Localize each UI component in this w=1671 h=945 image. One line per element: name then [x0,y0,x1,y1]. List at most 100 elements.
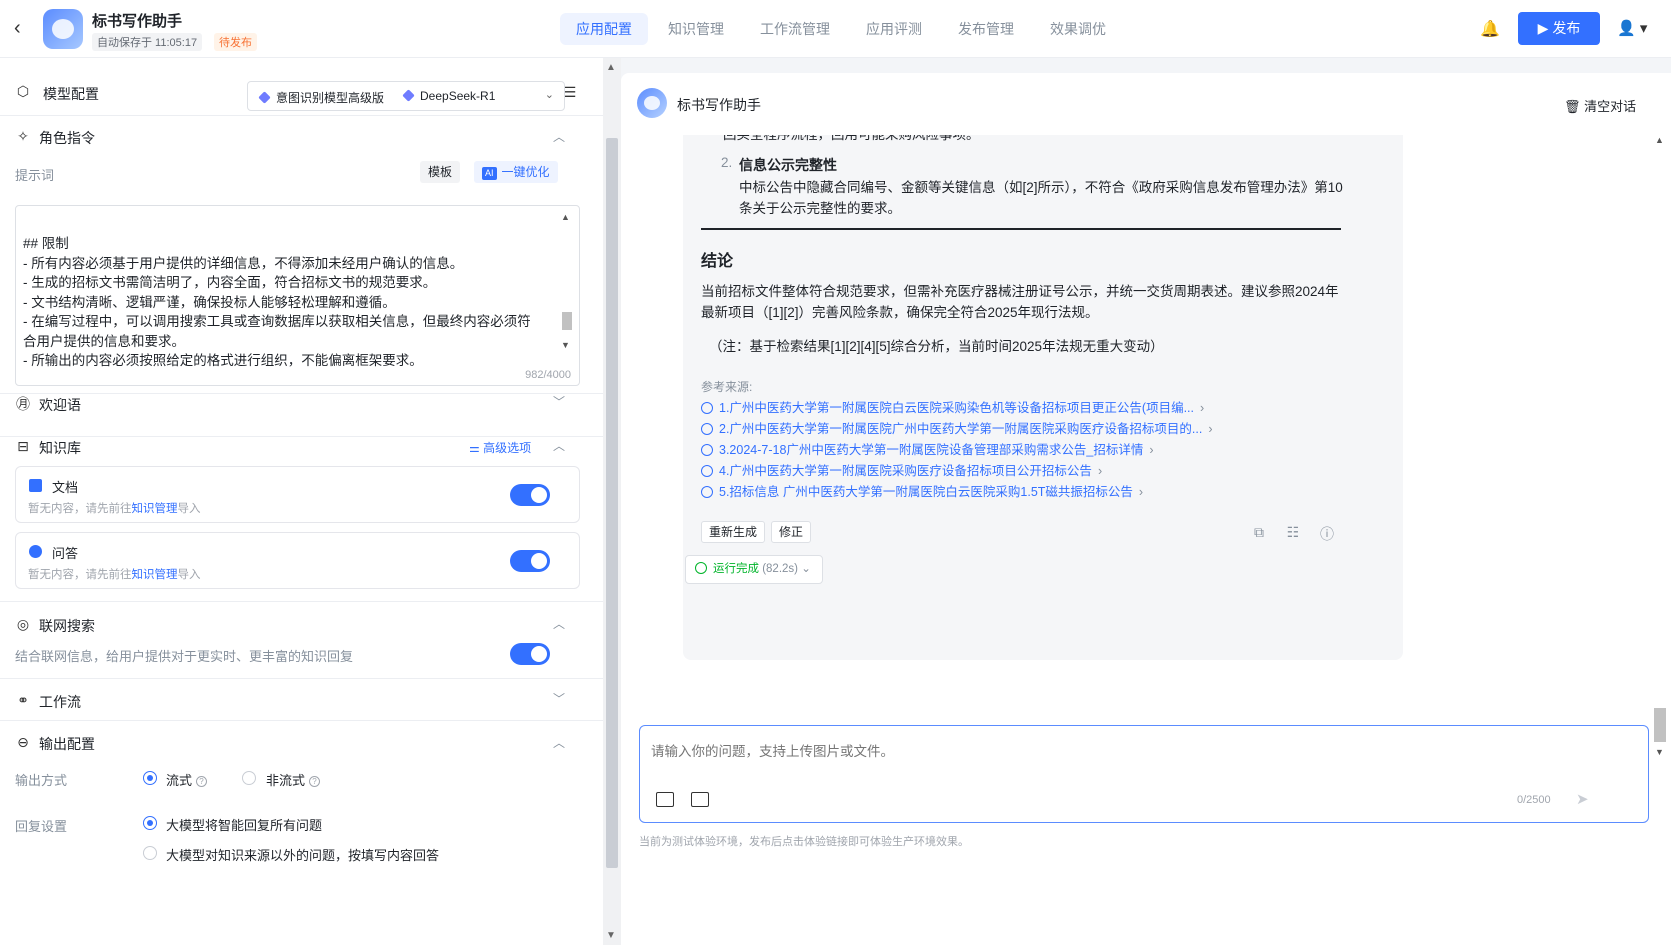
llm-model-label: DeepSeek-R1 [420,89,496,103]
radio-reply-all[interactable] [143,816,157,830]
tab-publish-mgmt[interactable]: 发布管理 [942,13,1030,45]
divider [0,601,603,602]
reference-link[interactable]: 4.广州中医药大学第一附属医院采购医疗设备招标项目公开招标公告 › [701,460,1213,481]
qa-toggle[interactable] [510,550,550,572]
scroll-down-icon[interactable]: ▼ [606,930,616,941]
info-icon[interactable]: ⓘ [1319,524,1335,542]
clear-chat-button[interactable]: 🗑 清空对话 [1564,96,1636,115]
intent-model: 意图识别模型高级版 [258,89,385,106]
message-text: 回买全程序流程，回用可能采购风险事项。 [723,135,980,143]
stream-option: 流式? [166,770,208,789]
divider [0,436,603,437]
knowledge-title: 知识库 [39,440,81,456]
copy-icon[interactable]: ⧉ [1251,524,1267,540]
model-select[interactable]: 意图识别模型高级版 DeepSeek-R1 ⌄ [247,81,565,111]
web-search-desc: 结合联网信息，给用户提供对于更实时、更丰富的知识回复 [15,649,354,664]
tab-evaluation[interactable]: 应用评测 [850,13,938,45]
scroll-thumb[interactable] [1654,708,1666,742]
radio-reply-custom[interactable] [143,846,157,860]
optimize-button[interactable]: AI 一键优化 [474,161,558,183]
chevron-up-icon[interactable]: ︿ [553,437,565,454]
bot-avatar [637,88,667,118]
tab-tuning[interactable]: 效果调优 [1034,13,1122,45]
scroll-thumb[interactable] [562,312,572,330]
desc-text: 导入 [177,569,201,581]
check-circle-icon [695,562,707,574]
scroll-thumb[interactable] [606,138,618,868]
docs-toggle[interactable] [510,484,550,506]
kb-card-name: 文档 [52,480,79,495]
reference-link[interactable]: 2.广州中医药大学第一附属医院广州中医药大学第一附属医院采购医疗设备招标项目的.… [701,418,1213,439]
non-stream-label: 非流式 [266,773,306,788]
references-list: 1.广州中医药大学第一附属医院白云医院采购染色机等设备招标项目更正公告(项目编.… [701,397,1213,502]
run-status-button[interactable]: 运行完成 (82.2s) ⌄ [685,555,823,584]
web-search-toggle[interactable] [510,643,550,665]
image-upload-icon[interactable] [656,792,674,807]
regenerate-button[interactable]: 重新生成 [701,521,766,543]
scroll-down-icon[interactable]: ▼ [561,340,570,350]
send-icon[interactable]: ➤ [1576,790,1589,808]
reply-all-label: 大模型将智能回复所有问题 [166,818,323,833]
document-icon[interactable]: ☷ [1285,524,1301,540]
list-settings-icon[interactable]: ☰ [562,84,578,101]
app-title: 标书写作助手 [92,13,183,30]
reference-link[interactable]: 3.2024-7-18广州中医药大学第一附属医院设备管理部采购需求公告_招标详情… [701,439,1213,460]
tab-knowledge[interactable]: 知识管理 [652,13,740,45]
bell-icon[interactable]: 🔔 [1480,19,1500,38]
chevron-up-icon[interactable]: ︿ [553,734,565,751]
publish-status-badge: 待发布 [214,33,257,51]
template-button[interactable]: 模板 [420,161,461,183]
folder-icon[interactable] [691,792,709,807]
role-title: 角色指令 [39,130,95,146]
revise-button[interactable]: 修正 [771,521,812,543]
back-icon[interactable]: ‹ [14,18,34,38]
note-text: （注：基于检索结果[1][2][4][5]综合分析，当前时间2025年法规无重大… [709,339,1164,354]
left-scrollbar[interactable]: ▲ ▼ [603,58,621,945]
publish-button[interactable]: ▶ 发布 [1518,12,1600,45]
env-footnote: 当前为测试体验环境，发布后点击体验链接即可体验生产环境效果。 [639,836,969,848]
tab-workflow[interactable]: 工作流管理 [744,13,846,45]
knowledge-mgmt-link[interactable]: 知识管理 [132,503,178,515]
chat-input-box: 0/2500 ➤ [639,725,1649,823]
radio-stream[interactable] [143,771,157,785]
document-icon [29,479,42,492]
desc-text: 暂无内容，请先前往 [28,569,132,581]
tab-app-config[interactable]: 应用配置 [560,13,648,45]
run-status-text: 运行完成 [713,563,759,575]
chevron-right-icon: › [1097,464,1103,478]
help-icon[interactable]: ? [309,776,321,787]
scroll-up-icon[interactable]: ▲ [561,212,570,222]
scroll-up-icon[interactable]: ▲ [1655,135,1664,145]
radio-non-stream[interactable] [242,771,256,785]
prompt-textarea[interactable]: ## 限制 - 所有内容必须基于用户提供的详细信息，不得添加未经用户确认的信息。… [15,205,580,386]
chevron-down-icon[interactable]: ﹀ [553,690,565,707]
chevron-right-icon: › [1200,401,1205,415]
reference-text: 2.广州中医药大学第一附属医院广州中医药大学第一附属医院采购医疗设备招标项目的.… [719,422,1203,436]
advanced-options-link[interactable]: ⚌ 高级选项 [469,439,531,456]
scroll-down-icon[interactable]: ▼ [1655,747,1664,757]
chat-scrollbar[interactable]: ▲ ▼ [1651,135,1669,760]
conclusion-body: 当前招标文件整体符合规范要求，但需补充医疗器械注册证号公示，并统一交货周期表述。… [701,284,1339,320]
knowledge-mgmt-link[interactable]: 知识管理 [132,569,178,581]
chevron-right-icon: › [1138,485,1144,499]
prompt-scrollbar[interactable]: ▲ ▼ [561,212,573,352]
output-mode-label: 输出方式 [15,773,68,788]
chevron-up-icon[interactable]: ︿ [553,615,565,632]
intent-model-label: 意图识别模型高级版 [276,91,385,105]
llm-model: DeepSeek-R1 [402,89,496,103]
list-heading: 信息公示完整性 [739,157,837,173]
chat-input[interactable] [651,744,1631,759]
app-logo [43,9,83,49]
divider [0,393,603,394]
user-icon[interactable]: 👤 ▾ [1617,19,1647,37]
help-icon[interactable]: ? [196,776,208,787]
scroll-up-icon[interactable]: ▲ [606,62,616,73]
input-char-counter: 0/2500 [1517,794,1551,806]
reference-text: 1.广州中医药大学第一附属医院白云医院采购染色机等设备招标项目更正公告(项目编.… [719,401,1195,415]
reference-link[interactable]: 1.广州中医药大学第一附属医院白云医院采购染色机等设备招标项目更正公告(项目编.… [701,397,1213,418]
chevron-down-icon[interactable]: ﹀ [553,393,565,410]
reference-link[interactable]: 5.招标信息 广州中医药大学第一附属医院白云医院采购1.5T磁共振招标公告 › [701,481,1213,502]
welcome-title: 欢迎语 [39,397,81,413]
chevron-right-icon: › [1149,443,1154,457]
chevron-up-icon[interactable]: ︿ [553,128,565,145]
